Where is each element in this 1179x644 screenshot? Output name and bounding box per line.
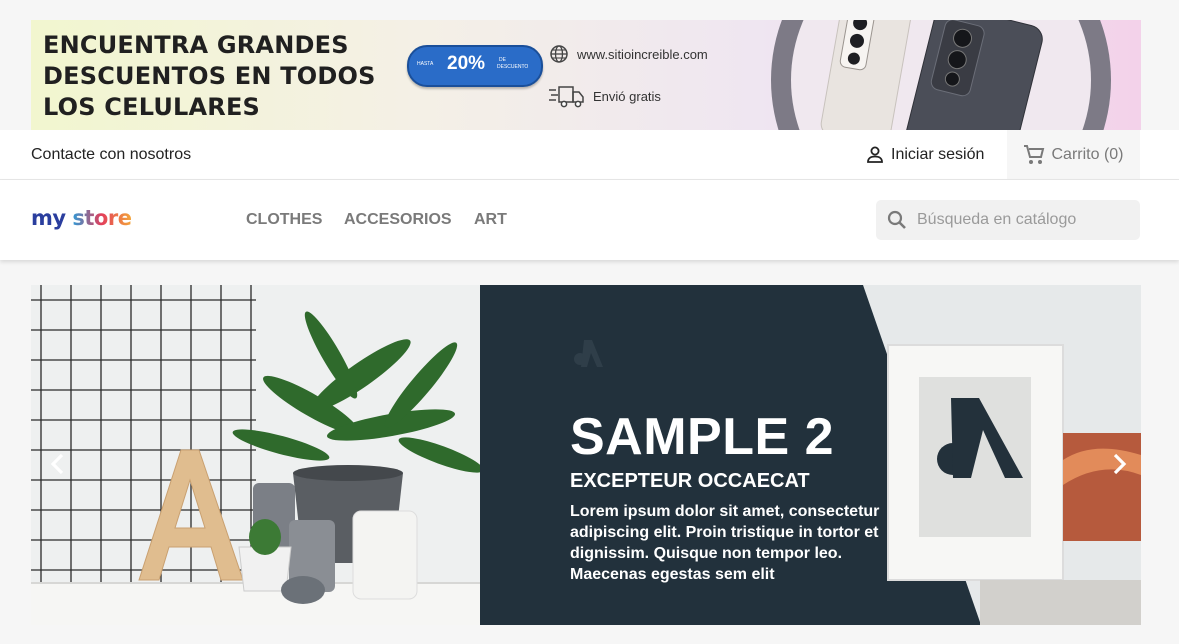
user-icon	[867, 146, 883, 163]
promo-shipping: Envió gratis	[549, 84, 661, 108]
carousel-next-arrow[interactable]	[1104, 447, 1134, 481]
globe-icon	[550, 45, 568, 63]
logo-store: store	[72, 206, 132, 230]
slide-subtitle: EXCEPTEUR OCCAECAT	[570, 470, 810, 492]
menu-item-accesorios[interactable]: ACCESORIOS	[344, 211, 452, 229]
pill-value: 20%	[447, 53, 486, 74]
pill-suffix-2: DESCUENTO	[497, 64, 529, 70]
menu-item-clothes[interactable]: CLOTHES	[246, 211, 322, 229]
promo-banner[interactable]: ENCUENTRA GRANDES DESCUENTOS EN TODOS LO…	[31, 20, 1141, 130]
menu-item-art[interactable]: ART	[474, 211, 507, 229]
truck-icon	[549, 86, 584, 108]
promo-headline: ENCUENTRA GRANDES DESCUENTOS EN TODOS LO…	[43, 31, 376, 121]
store-logo[interactable]: my store	[31, 206, 132, 230]
search-input[interactable]	[915, 210, 1139, 230]
signin-label: Iniciar sesión	[891, 146, 985, 163]
discount-pill: HASTA 20% DE DESCUENTO	[407, 45, 543, 87]
top-nav: Contacte con nosotros Iniciar sesión Car…	[0, 130, 1179, 180]
pill-prefix: HASTA	[417, 61, 434, 67]
carousel-prev-arrow[interactable]	[43, 447, 73, 481]
cart-label: Carrito (0)	[1051, 145, 1124, 163]
cart-icon	[1024, 144, 1045, 164]
promo-shipping-text: Envió gratis	[593, 88, 661, 104]
home-carousel: SAMPLE 2 EXCEPTEUR OCCAECAT Lorem ipsum …	[31, 285, 1141, 625]
phones-image	[771, 20, 1111, 130]
main-header: my store CLOTHES ACCESORIOS ART	[0, 180, 1179, 260]
slide-text: Lorem ipsum dolor sit amet, consectetur …	[570, 503, 880, 583]
slide-title: SAMPLE 2	[570, 408, 835, 466]
search-icon[interactable]	[887, 210, 907, 230]
cart-button[interactable]: Carrito (0)	[1007, 130, 1140, 179]
signin-link[interactable]: Iniciar sesión	[865, 145, 984, 165]
pill-suffix-1: DE	[499, 57, 506, 63]
promo-site-text: www.sitioincreible.com	[577, 46, 708, 62]
promo-site: www.sitioincreible.com	[549, 44, 708, 64]
logo-my: my	[31, 206, 66, 230]
search-box	[876, 200, 1140, 240]
contact-link[interactable]: Contacte con nosotros	[31, 146, 191, 164]
